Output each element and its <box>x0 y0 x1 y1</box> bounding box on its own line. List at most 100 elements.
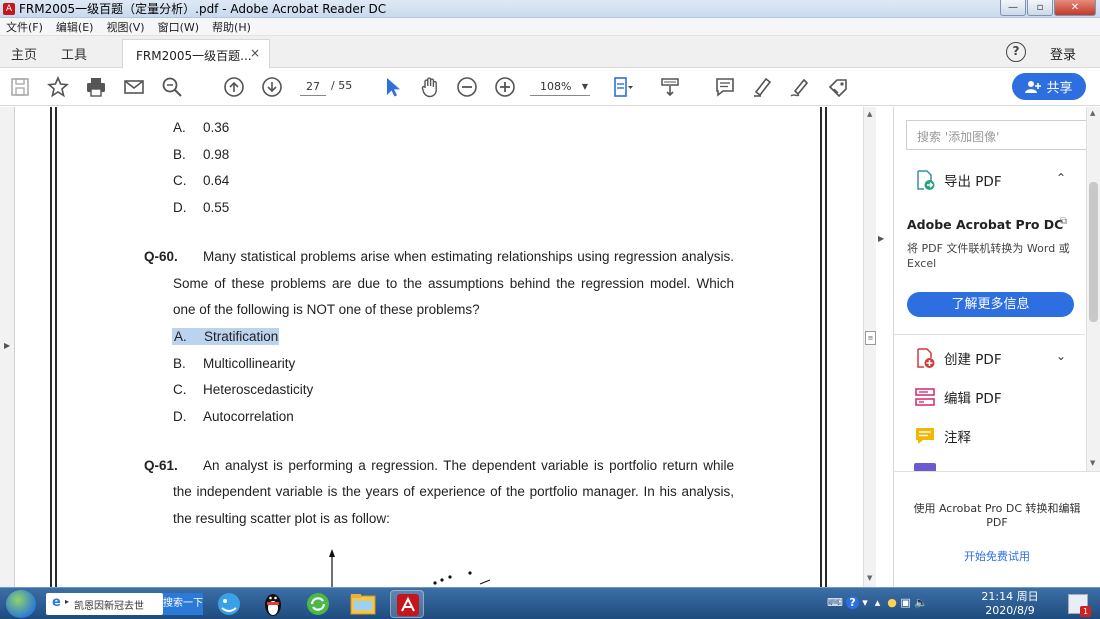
scroll-mode-icon[interactable] <box>659 76 681 98</box>
create-pdf-icon <box>917 348 935 368</box>
tools-pane-scrollbar[interactable]: ▲ ▼ <box>1086 107 1100 471</box>
menu-help[interactable]: 帮助(H) <box>212 19 251 35</box>
edit-pdf-icon <box>915 388 935 406</box>
tools-search-input[interactable]: 搜索 '添加图像' <box>906 120 1088 150</box>
taskbar-search-input[interactable]: e ▸ 凯恩因新冠去世 <box>46 593 163 615</box>
option-letter: B. <box>173 356 186 371</box>
export-pdf-label: 导出 PDF <box>944 174 1002 190</box>
comment-item[interactable]: 注释 <box>914 423 1084 449</box>
clock-time: 21:14 周日 <box>981 590 1039 603</box>
taskbar-app-qq[interactable] <box>256 590 290 618</box>
tab-home[interactable]: 主页 <box>11 44 37 63</box>
export-pdf-item[interactable]: 导出 PDF ⌃ <box>914 167 1084 193</box>
sign-icon[interactable] <box>789 76 811 98</box>
help-icon[interactable]: ? <box>1006 42 1026 62</box>
create-pdf-label: 创建 PDF <box>944 352 1002 368</box>
windows-taskbar: e ▸ 凯恩因新冠去世 搜索一下 ⌨ ? ▾ ▴ ● ▣ 🔈 21:14 周日 … <box>0 587 1100 619</box>
page-number-input[interactable]: 27 <box>300 78 326 96</box>
folder-icon <box>350 594 376 615</box>
option-letter: D. <box>173 200 187 215</box>
tab-tools[interactable]: 工具 <box>61 44 87 63</box>
menu-window[interactable]: 窗口(W) <box>158 19 199 35</box>
page-total: / 55 <box>331 79 353 92</box>
taskbar-app-browser[interactable] <box>212 590 246 618</box>
hand-tool-icon[interactable] <box>419 76 441 98</box>
bookmark-star-icon[interactable] <box>47 76 69 98</box>
option-text: 0.36 <box>203 120 230 135</box>
close-button[interactable]: ✕ <box>1054 0 1096 16</box>
zoom-in-icon[interactable] <box>494 76 516 98</box>
create-pdf-item[interactable]: 创建 PDF ⌄ <box>914 345 1084 371</box>
add-user-icon <box>1025 80 1042 93</box>
menu-view[interactable]: 视图(V) <box>106 19 144 35</box>
question-text-line: the independent variable is the years of… <box>173 484 734 499</box>
option-letter: C. <box>173 382 187 397</box>
promo-title: Adobe Acrobat Pro DC <box>907 217 1064 232</box>
zoom-out-icon[interactable] <box>456 76 478 98</box>
tab-bar: 主页 工具 FRM2005一级百题... × <box>0 36 1100 68</box>
zoom-level-select[interactable]: 108% ▼ <box>530 78 590 96</box>
pdf-page <box>15 107 863 587</box>
scrollbar-thumb[interactable]: ≡ <box>865 331 876 345</box>
left-panel-toggle[interactable]: ▶ <box>0 107 15 587</box>
previous-page-icon[interactable] <box>223 76 245 98</box>
minimize-button[interactable]: — <box>1000 0 1026 16</box>
scroll-up-icon[interactable]: ▲ <box>1090 109 1095 117</box>
option-text: 0.98 <box>203 147 230 162</box>
scroll-down-icon[interactable]: ▼ <box>867 574 872 582</box>
promo-description: 将 PDF 文件联机转换为 Word 或 Excel <box>907 242 1070 270</box>
scrollbar-thumb[interactable] <box>1089 182 1098 322</box>
share-label: 共享 <box>1046 81 1073 96</box>
save-icon[interactable] <box>9 76 31 98</box>
scroll-up-icon[interactable]: ▲ <box>867 110 872 118</box>
ie-icon: e <box>52 595 61 610</box>
page-border-right <box>820 107 827 587</box>
taskbar-app-acrobat[interactable] <box>390 590 424 618</box>
menu-edit[interactable]: 编辑(E) <box>56 19 94 35</box>
print-icon[interactable] <box>85 76 107 98</box>
window-titlebar: A FRM2005一级百题（定量分析）.pdf - Adobe Acrobat … <box>0 0 1100 18</box>
copy-icon[interactable]: ⧉ <box>1060 216 1067 227</box>
edit-pdf-label: 编辑 PDF <box>944 391 1002 407</box>
document-viewport[interactable]: ▶ A. 0.36 B. 0.98 C. 0.64 D. 0.55 Q-60. … <box>0 107 876 587</box>
menu-file[interactable]: 文件(F) <box>6 19 43 35</box>
clock-date: 2020/8/9 <box>985 604 1035 617</box>
highlight-pen-icon[interactable] <box>751 76 773 98</box>
question-text-line: the resulting scatter plot is as follow: <box>173 511 390 526</box>
email-icon[interactable] <box>123 76 145 98</box>
restore-button[interactable]: ▫ <box>1027 0 1053 16</box>
option-text: 0.55 <box>203 200 230 215</box>
system-tray[interactable]: ⌨ ? ▾ ▴ ● ▣ 🔈 <box>827 596 928 609</box>
chevron-down-icon[interactable]: ⌄ <box>1056 349 1066 363</box>
search-zoom-icon[interactable] <box>161 76 183 98</box>
menu-bar: 文件(F) 编辑(E) 视图(V) 窗口(W) 帮助(H) <box>0 18 1100 36</box>
option-letter: B. <box>173 147 186 162</box>
taskbar-app-sync[interactable] <box>301 590 335 618</box>
learn-more-button[interactable]: 了解更多信息 <box>907 292 1074 317</box>
taskbar-clock[interactable]: 21:14 周日 2020/8/9 <box>976 590 1044 618</box>
option-text: Autocorrelation <box>203 409 294 424</box>
option-text-selected: Stratification <box>203 328 280 345</box>
document-scrollbar[interactable]: ▲ ≡ ▼ <box>863 107 876 587</box>
scroll-down-icon[interactable]: ▼ <box>1090 459 1095 467</box>
tab-document[interactable]: FRM2005一级百题... × <box>122 39 270 68</box>
taskbar-search-button[interactable]: 搜索一下 <box>163 593 203 615</box>
free-trial-link[interactable]: 开始免费试用 <box>906 548 1088 564</box>
page-fit-icon[interactable] <box>612 76 634 98</box>
collapse-panel-icon[interactable]: ▶ <box>878 234 884 243</box>
fill-sign-icon[interactable] <box>827 76 849 98</box>
edit-pdf-item[interactable]: 编辑 PDF <box>914 384 1084 410</box>
comment-icon[interactable] <box>714 76 736 98</box>
select-cursor-icon[interactable] <box>382 76 404 98</box>
login-link[interactable]: 登录 <box>1050 44 1076 63</box>
next-page-icon[interactable] <box>261 76 283 98</box>
notification-icon[interactable]: 1 <box>1068 594 1091 617</box>
share-button[interactable]: 共享 <box>1012 73 1086 100</box>
taskbar-app-explorer[interactable] <box>346 590 380 618</box>
start-button[interactable] <box>6 590 36 618</box>
bullet-icon: ▸ <box>65 597 70 606</box>
option-text: Multicollinearity <box>203 356 296 371</box>
chevron-up-icon[interactable]: ⌃ <box>1056 171 1066 185</box>
close-tab-icon[interactable]: × <box>250 46 260 60</box>
question-text-line: Many statistical problems arise when est… <box>203 249 734 264</box>
